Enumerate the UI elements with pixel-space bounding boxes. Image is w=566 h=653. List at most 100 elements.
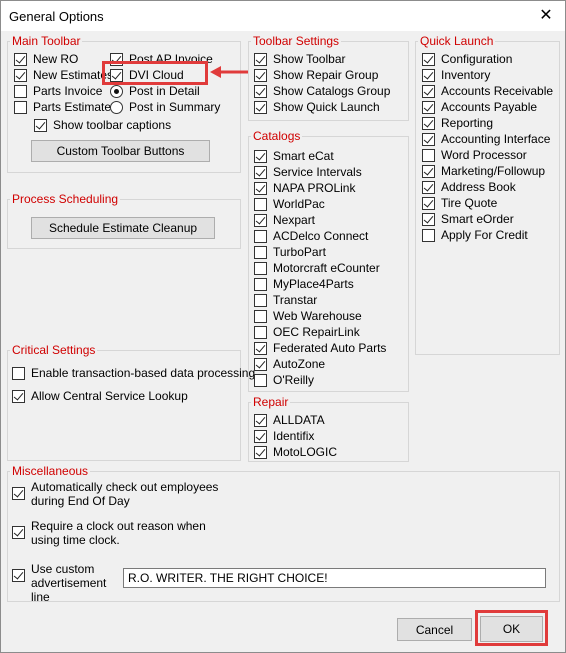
- catalog-label: WorldPac: [273, 197, 325, 211]
- schedule-estimate-cleanup-button[interactable]: Schedule Estimate Cleanup: [31, 217, 215, 239]
- post-in-detail-radio[interactable]: Post in Detail: [110, 83, 200, 99]
- quick-launch-label: Marketing/Followup: [441, 164, 546, 178]
- ql-apply-for-credit-checkbox[interactable]: Apply For Credit: [422, 227, 528, 243]
- quick-launch-label: Word Processor: [441, 148, 527, 162]
- radio-icon: [110, 100, 123, 114]
- arrow-left-icon: [210, 66, 249, 78]
- ql-accounting-interface-checkbox[interactable]: Accounting Interface: [422, 131, 550, 147]
- new-estimates-label: New Estimates: [33, 68, 114, 82]
- catalog-nexpart-checkbox[interactable]: Nexpart: [254, 212, 315, 228]
- check-icon: [254, 341, 267, 355]
- catalog-web-warehouse-checkbox[interactable]: Web Warehouse: [254, 308, 362, 324]
- show-toolbar-captions-checkbox[interactable]: Show toolbar captions: [34, 117, 171, 133]
- central-service-lookup-checkbox[interactable]: Allow Central Service Lookup: [12, 388, 188, 404]
- check-icon: [254, 213, 267, 227]
- catalog-napa-prolink-checkbox[interactable]: NAPA PROLink: [254, 180, 355, 196]
- quick-launch-label: Address Book: [441, 180, 516, 194]
- quick-launch-label: Accounts Payable: [441, 100, 538, 114]
- dvi-cloud-checkbox[interactable]: DVI Cloud: [110, 67, 188, 83]
- catalog-worldpac-checkbox[interactable]: WorldPac: [254, 196, 325, 212]
- repair-identifix-checkbox[interactable]: Identifix: [254, 428, 314, 444]
- parts-invoice-label: Parts Invoice: [33, 84, 103, 98]
- show-catalogs-group-label: Show Catalogs Group: [273, 84, 391, 98]
- catalog-federated-checkbox[interactable]: Federated Auto Parts: [254, 340, 386, 356]
- auto-checkout-checkbox[interactable]: Automatically check out employees during…: [12, 480, 237, 508]
- advertisement-line-input[interactable]: R.O. WRITER. THE RIGHT CHOICE!: [123, 568, 546, 588]
- parts-estimate-checkbox[interactable]: Parts Estimate: [14, 99, 111, 115]
- toolbar-settings-legend: Toolbar Settings: [253, 34, 340, 48]
- custom-toolbar-buttons-button[interactable]: Custom Toolbar Buttons: [31, 140, 210, 162]
- ql-accounts-receivable-checkbox[interactable]: Accounts Receivable: [422, 83, 553, 99]
- quick-launch-label: Accounts Receivable: [441, 84, 554, 98]
- ql-accounts-payable-checkbox[interactable]: Accounts Payable: [422, 99, 537, 115]
- check-icon: [422, 180, 435, 194]
- ql-word-processor-checkbox[interactable]: Word Processor: [422, 147, 527, 163]
- central-service-lookup-label: Allow Central Service Lookup: [31, 389, 188, 403]
- catalog-label: Federated Auto Parts: [273, 341, 387, 355]
- catalog-transtar-checkbox[interactable]: Transtar: [254, 292, 317, 308]
- catalog-oec-repairlink-checkbox[interactable]: OEC RepairLink: [254, 324, 360, 340]
- ql-tire-quote-checkbox[interactable]: Tire Quote: [422, 195, 497, 211]
- check-icon: [12, 487, 25, 500]
- show-quick-launch-checkbox[interactable]: Show Quick Launch: [254, 99, 380, 115]
- check-icon: [34, 118, 47, 132]
- catalog-motorcraft-checkbox[interactable]: Motorcraft eCounter: [254, 260, 380, 276]
- catalog-autozone-checkbox[interactable]: AutoZone: [254, 356, 325, 372]
- checkbox-icon: [254, 309, 267, 323]
- ql-smart-eorder-checkbox[interactable]: Smart eOrder: [422, 211, 514, 227]
- check-icon: [110, 68, 123, 82]
- check-icon: [12, 569, 25, 582]
- ql-configuration-checkbox[interactable]: Configuration: [422, 51, 512, 67]
- transaction-processing-label: Enable transaction-based data processing: [31, 366, 256, 380]
- catalog-oreilly-checkbox[interactable]: O'Reilly: [254, 372, 314, 388]
- check-icon: [422, 100, 435, 114]
- parts-estimate-label: Parts Estimate: [33, 100, 112, 114]
- repair-alldata-checkbox[interactable]: ALLDATA: [254, 412, 325, 428]
- post-in-summary-radio[interactable]: Post in Summary: [110, 99, 220, 115]
- show-toolbar-checkbox[interactable]: Show Toolbar: [254, 51, 346, 67]
- checkbox-icon: [254, 229, 267, 243]
- ql-address-book-checkbox[interactable]: Address Book: [422, 179, 516, 195]
- ql-reporting-checkbox[interactable]: Reporting: [422, 115, 493, 131]
- catalog-turbopart-checkbox[interactable]: TurboPart: [254, 244, 326, 260]
- custom-ad-checkbox[interactable]: Use custom advertisement line: [12, 562, 124, 604]
- check-icon: [422, 68, 435, 82]
- checkbox-icon: [254, 277, 267, 291]
- transaction-processing-checkbox[interactable]: Enable transaction-based data processing: [12, 365, 255, 381]
- catalogs-legend: Catalogs: [253, 129, 301, 143]
- repair-motologic-checkbox[interactable]: MotoLOGIC: [254, 444, 337, 460]
- ok-button[interactable]: OK: [480, 616, 543, 642]
- show-repair-group-checkbox[interactable]: Show Repair Group: [254, 67, 378, 83]
- check-icon: [254, 357, 267, 371]
- catalog-label: AutoZone: [273, 357, 326, 371]
- catalog-label: MyPlace4Parts: [273, 277, 354, 291]
- catalog-myplace4parts-checkbox[interactable]: MyPlace4Parts: [254, 276, 354, 292]
- post-in-detail-label: Post in Detail: [129, 84, 200, 98]
- check-icon: [254, 429, 267, 443]
- catalog-acdelco-checkbox[interactable]: ACDelco Connect: [254, 228, 368, 244]
- repair-label: Identifix: [273, 429, 315, 443]
- check-icon: [422, 212, 435, 226]
- checkbox-icon: [422, 228, 435, 242]
- quick-launch-label: Inventory: [441, 68, 491, 82]
- clock-out-reason-checkbox[interactable]: Require a clock out reason when using ti…: [12, 519, 232, 547]
- catalog-label: Nexpart: [273, 213, 316, 227]
- show-catalogs-group-checkbox[interactable]: Show Catalogs Group: [254, 83, 390, 99]
- show-toolbar-captions-label: Show toolbar captions: [53, 118, 172, 132]
- catalog-service-intervals-checkbox[interactable]: Service Intervals: [254, 164, 362, 180]
- checkbox-icon: [12, 366, 25, 380]
- parts-invoice-checkbox[interactable]: Parts Invoice: [14, 83, 102, 99]
- catalog-smart-ecat-checkbox[interactable]: Smart eCat: [254, 148, 334, 164]
- close-icon[interactable]: ✕: [531, 1, 561, 31]
- quick-launch-legend: Quick Launch: [420, 34, 494, 48]
- new-ro-checkbox[interactable]: New RO: [14, 51, 78, 67]
- check-icon: [422, 196, 435, 210]
- auto-checkout-label: Automatically check out employees during…: [31, 480, 219, 508]
- ql-inventory-checkbox[interactable]: Inventory: [422, 67, 490, 83]
- radio-selected-icon: [110, 84, 123, 98]
- ql-marketing-checkbox[interactable]: Marketing/Followup: [422, 163, 545, 179]
- quick-launch-label: Smart eOrder: [441, 212, 514, 226]
- cancel-button[interactable]: Cancel: [397, 618, 472, 641]
- new-estimates-checkbox[interactable]: New Estimates: [14, 67, 113, 83]
- post-ap-invoice-checkbox[interactable]: Post AP Invoice: [110, 51, 213, 67]
